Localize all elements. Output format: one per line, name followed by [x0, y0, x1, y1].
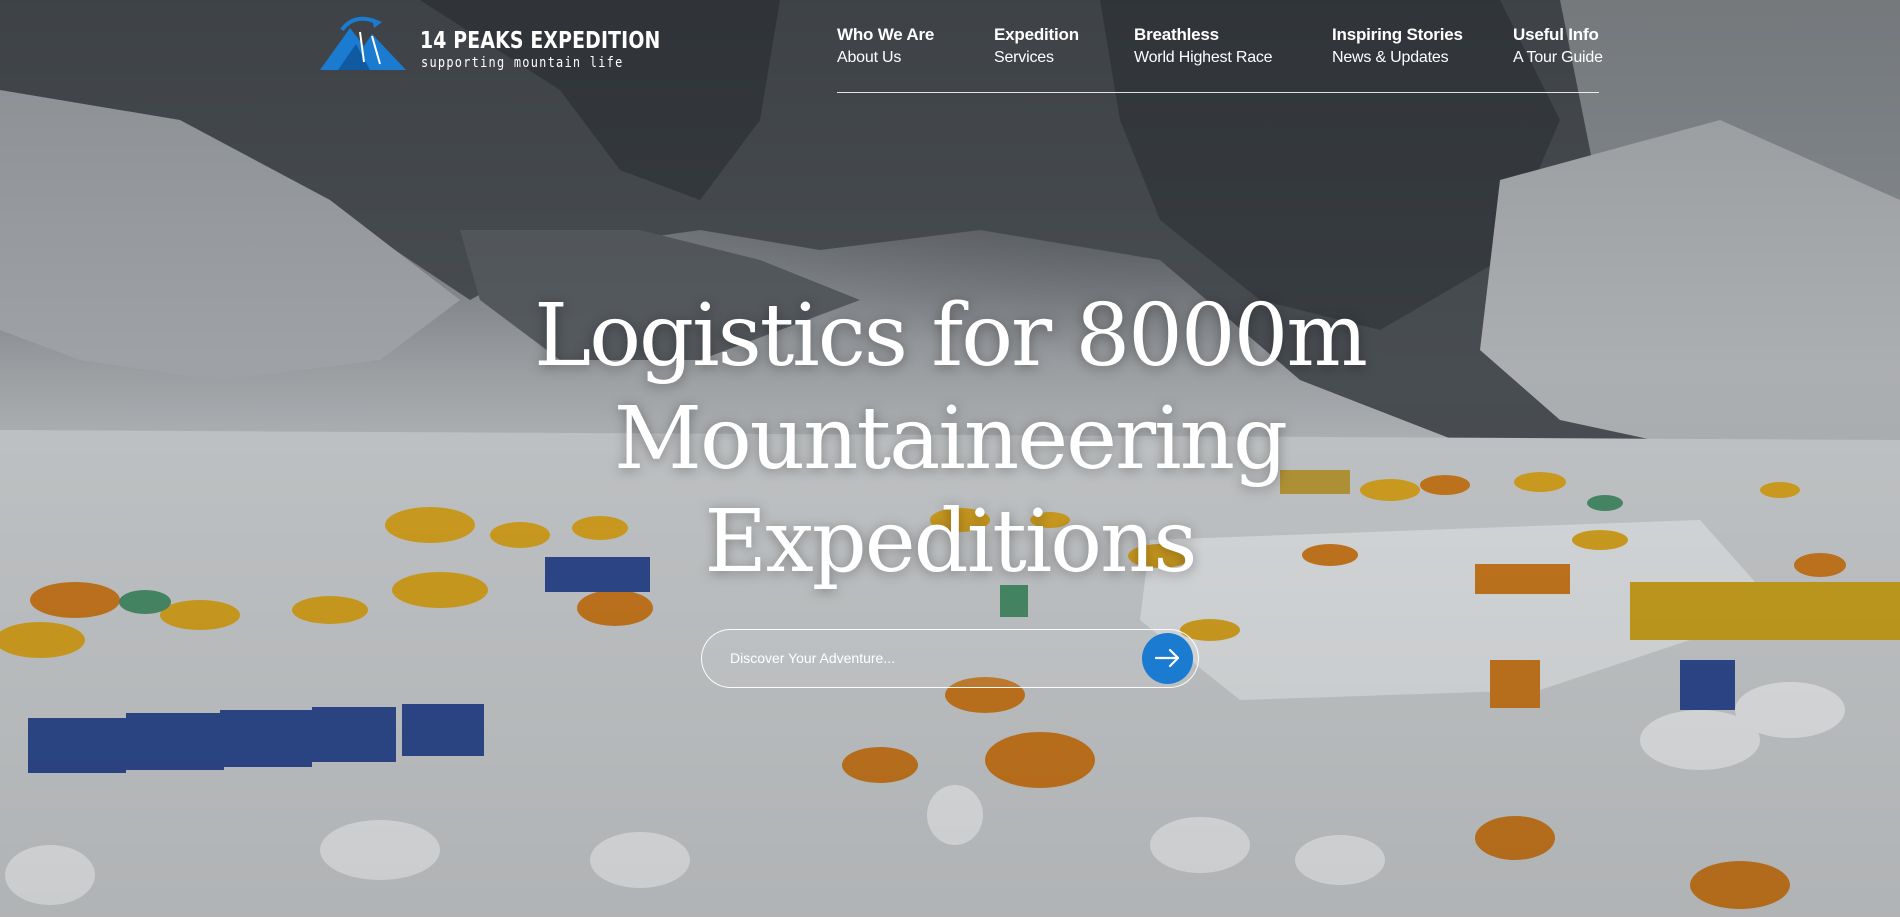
nav-item-who-we-are[interactable]: Who We Are About Us [837, 24, 934, 70]
nav-item-inspiring-stories[interactable]: Inspiring Stories News & Updates [1332, 24, 1463, 70]
hero-headline-line: Expeditions [704, 492, 1197, 592]
mountain-logo-icon [320, 16, 406, 70]
arrow-right-icon [1155, 648, 1180, 668]
nav-item-breathless[interactable]: Breathless World Highest Race [1134, 24, 1273, 70]
nav-item-title[interactable]: Useful Info [1513, 24, 1603, 46]
hero-headline-line: Mountaineering [613, 389, 1288, 489]
search-input[interactable] [730, 630, 1110, 686]
nav-item-title[interactable]: Inspiring Stories [1332, 24, 1463, 46]
brand-logo[interactable]: 14 PEAKS EXPEDITION supporting mountain … [320, 14, 660, 74]
nav-item-title[interactable]: Who We Are [837, 24, 934, 46]
hero-headline-line: Logistics for 8000m [534, 286, 1368, 386]
nav-item-expedition[interactable]: Expedition Services [994, 24, 1079, 70]
brand-name: 14 PEAKS EXPEDITION [420, 28, 661, 54]
nav-item-subtitle[interactable]: About Us [837, 46, 934, 70]
nav-item-title[interactable]: Expedition [994, 24, 1079, 46]
hero-headline: Logistics for 8000m Mountaineering Exped… [450, 285, 1450, 594]
brand-tagline: supporting mountain life [421, 55, 624, 71]
adventure-search-bar [701, 629, 1199, 688]
main-nav: Who We Are About Us Expedition Services … [837, 24, 1603, 94]
nav-divider [837, 92, 1599, 93]
nav-item-subtitle[interactable]: News & Updates [1332, 46, 1463, 70]
nav-item-title[interactable]: Breathless [1134, 24, 1272, 46]
nav-item-subtitle[interactable]: Services [994, 46, 1079, 70]
nav-item-useful-info[interactable]: Useful Info A Tour Guide [1513, 24, 1603, 70]
nav-item-subtitle[interactable]: A Tour Guide [1513, 46, 1603, 70]
nav-item-subtitle[interactable]: World Highest Race [1134, 46, 1273, 70]
search-submit-button[interactable] [1142, 633, 1193, 684]
